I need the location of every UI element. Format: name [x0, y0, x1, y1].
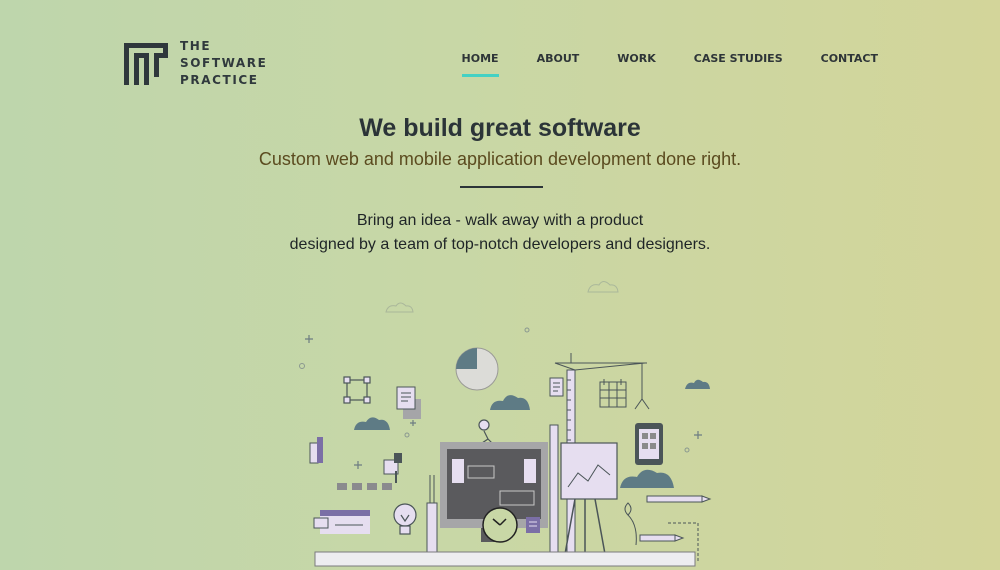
clock-icon: [482, 507, 518, 543]
logo-icon: [124, 42, 168, 85]
desk-icon: [314, 551, 696, 567]
paint-icon: [383, 453, 402, 483]
brand-line-1: THE: [180, 39, 212, 53]
brand-logo[interactable]: THE SOFTWARE PRACTICE: [124, 38, 267, 89]
nav-about[interactable]: ABOUT: [537, 52, 580, 77]
nav-work[interactable]: WORK: [617, 52, 655, 77]
main-nav: HOME ABOUT WORK CASE STUDIES CONTACT: [461, 52, 878, 77]
person-icon: [478, 419, 493, 444]
lightbulb-icon: [393, 503, 417, 535]
document-icon: [549, 377, 564, 397]
pencil-icon: [639, 495, 712, 542]
nav-home[interactable]: HOME: [461, 52, 499, 77]
nav-contact[interactable]: CONTACT: [821, 52, 878, 77]
note-icon: [526, 517, 540, 533]
calendar-icon: [599, 379, 627, 408]
screwdriver-icon: [426, 475, 438, 554]
bar-chart-icon: [309, 437, 323, 464]
loading-dots-icon: [337, 483, 392, 490]
cloud-icon: [385, 281, 619, 313]
hero-body-line-2: designed by a team of top-notch develope…: [289, 236, 711, 253]
hero-divider: [460, 186, 543, 188]
hero-title: We build great software: [359, 114, 641, 142]
brand-wordmark: THE SOFTWARE PRACTICE: [180, 38, 267, 89]
brand-line-3: PRACTICE: [180, 73, 259, 87]
hero-body-line-1: Bring an idea - walk away with a product: [356, 212, 644, 229]
brand-line-2: SOFTWARE: [180, 56, 268, 70]
browser-window-icon: [313, 510, 370, 534]
nav-case-studies[interactable]: CASE STUDIES: [694, 52, 783, 77]
tablet-icon: [635, 423, 663, 465]
hero-body: Bring an idea - walk away with a product…: [0, 209, 1000, 257]
pie-chart-icon: [455, 347, 499, 391]
hero-illustration: [299, 281, 712, 567]
hero-subtitle: Custom web and mobile application develo…: [258, 149, 742, 169]
selection-box-icon: [343, 376, 371, 404]
document-icon: [396, 386, 421, 419]
